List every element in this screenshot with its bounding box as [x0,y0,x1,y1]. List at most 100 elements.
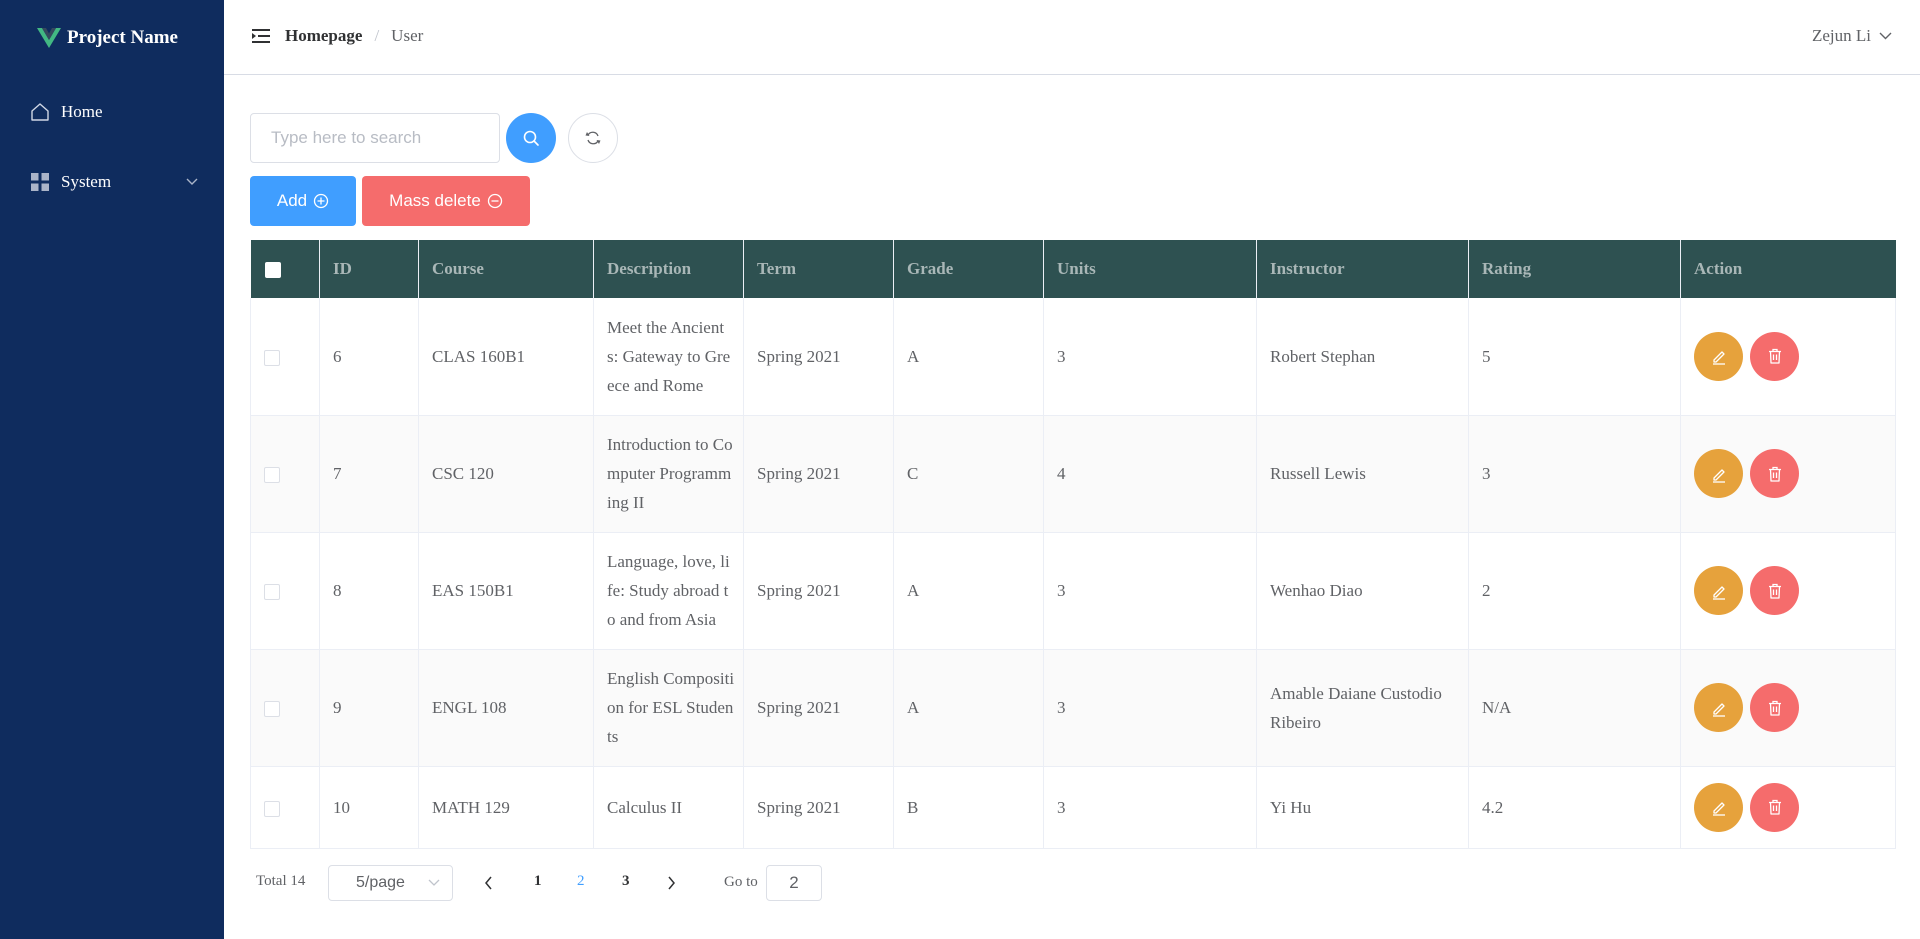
description-cell: Calculus II [593,766,744,849]
table-row: 9 ENGL 108 English Composition for ESL S… [250,649,1896,767]
select-all-cell [250,240,320,298]
goto-label: Go to [724,874,758,890]
row-checkbox[interactable] [264,800,280,817]
edit-icon [1712,802,1725,816]
table-header-row: ID Course Description Term Grade Units I… [250,240,1896,298]
delete-button[interactable] [1750,566,1799,615]
minus-circle-icon [487,193,502,209]
delete-button[interactable] [1750,683,1799,732]
sidebar-item-label: System [61,172,112,191]
edit-icon [1712,351,1725,365]
refresh-icon [585,131,601,145]
menu-fold-icon[interactable] [252,29,270,43]
instructor-cell: Russell Lewis [1256,415,1469,533]
table-row: 10 MATH 129 Calculus II Spring 2021 B 3 … [250,766,1896,849]
delete-button[interactable] [1750,782,1799,832]
page-2-button[interactable]: 2 [577,873,585,890]
description-cell: English Composition for ESL Students [593,649,744,767]
breadcrumb-current: User [391,26,424,45]
rating-cell: 5 [1468,298,1681,416]
chevron-down-icon [428,879,440,886]
brand[interactable]: Project Name [37,24,178,52]
row-select-cell [250,298,320,416]
column-header-id[interactable]: ID [319,240,419,298]
id-cell: 6 [319,298,419,416]
column-header-instructor[interactable]: Instructor [1256,240,1469,298]
sidebar-item-home[interactable]: Home [0,84,224,140]
goto-page-input[interactable] [766,865,822,901]
edit-button[interactable] [1694,782,1743,832]
instructor-cell: Wenhao Diao [1256,532,1469,650]
rating-cell: 4.2 [1468,766,1681,849]
column-header-course[interactable]: Course [418,240,594,298]
row-checkbox[interactable] [264,467,280,484]
grade-cell: B [893,766,1044,849]
user-dropdown[interactable]: Zejun Li [1812,24,1892,48]
edit-button[interactable] [1694,331,1743,381]
edit-button[interactable] [1694,683,1743,732]
description-cell: Language, love, life: Study abroad to an… [593,532,744,650]
breadcrumb-home[interactable]: Homepage [285,26,362,46]
chevron-left-icon[interactable] [484,876,493,890]
edit-icon [1712,585,1725,600]
row-checkbox[interactable] [264,701,280,718]
row-checkbox[interactable] [264,584,280,601]
page-3-button[interactable]: 3 [622,873,630,890]
sidebar-item-system[interactable]: System [0,154,224,210]
delete-button[interactable] [1750,331,1799,381]
term-cell: Spring 2021 [743,298,894,416]
mass-delete-button[interactable]: Mass delete [362,176,530,226]
grid-icon [31,173,49,191]
row-select-cell [250,649,320,767]
units-cell: 3 [1043,649,1257,767]
table-row: 8 EAS 150B1 Language, love, life: Study … [250,532,1896,650]
action-cell [1680,766,1896,849]
id-cell: 10 [319,766,419,849]
chevron-right-icon[interactable] [667,876,676,890]
term-cell: Spring 2021 [743,649,894,767]
sidebar: Project Name Home System [0,0,224,939]
grade-cell: A [893,298,1044,416]
trash-icon [1768,466,1781,482]
home-icon [31,103,49,121]
rating-cell: N/A [1468,649,1681,767]
row-select-cell [250,532,320,650]
add-button[interactable]: Add [250,176,356,226]
description-cell: Meet the Ancients: Gateway to Greece and… [593,298,744,416]
select-all-checkbox[interactable] [264,262,281,279]
page-size-value: 5/page [356,874,405,891]
pagination: Total 14 5/page 1 2 3 Go to [256,865,856,901]
reset-button[interactable] [568,113,618,163]
page-1-button[interactable]: 1 [534,873,542,890]
instructor-cell: Robert Stephan [1256,298,1469,416]
breadcrumb: Homepage / User [285,24,423,48]
edit-button[interactable] [1694,449,1743,498]
column-header-term[interactable]: Term [743,240,894,298]
page-size-select[interactable]: 5/page [328,865,453,901]
search-button[interactable] [506,113,556,163]
chevron-down-icon [1879,32,1892,40]
row-checkbox[interactable] [264,349,280,366]
row-select-cell [250,415,320,533]
column-header-units[interactable]: Units [1043,240,1257,298]
course-cell: EAS 150B1 [418,532,594,650]
trash-icon [1768,349,1781,364]
units-cell: 3 [1043,532,1257,650]
rating-cell: 3 [1468,415,1681,533]
user-name: Zejun Li [1811,26,1871,45]
trash-icon [1768,583,1781,599]
edit-button[interactable] [1694,566,1743,615]
project-name: Project Name [67,27,178,48]
column-header-description[interactable]: Description [593,240,744,298]
id-cell: 9 [319,649,419,767]
search-input[interactable] [250,113,500,163]
column-header-grade[interactable]: Grade [893,240,1044,298]
column-header-rating[interactable]: Rating [1468,240,1681,298]
row-select-cell [250,766,320,849]
trash-icon [1768,700,1781,716]
column-header-action: Action [1694,259,1743,278]
description-cell: Introduction to Computer Programming II [593,415,744,533]
rating-cell: 2 [1468,532,1681,650]
mass-delete-label: Mass delete [389,191,481,210]
delete-button[interactable] [1750,449,1799,498]
